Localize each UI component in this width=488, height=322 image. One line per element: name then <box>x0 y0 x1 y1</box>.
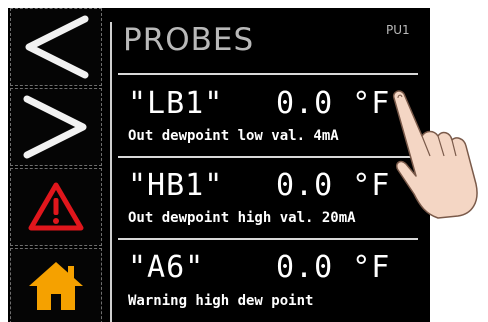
unit-id-label: PU1 <box>386 23 410 37</box>
chevron-left-icon <box>25 15 89 79</box>
hmi-screen: PROBES PU1 "LB1" 0.0 °F Out dewpoint low… <box>8 8 430 322</box>
divider <box>118 73 418 75</box>
next-button[interactable] <box>10 88 102 166</box>
divider <box>118 156 418 158</box>
probe-description: Out dewpoint low val. 4mA <box>128 128 339 144</box>
probe-name: "HB1" <box>128 168 224 203</box>
pointing-hand-icon <box>392 90 478 219</box>
probe-value: 0.0 °F <box>276 86 391 121</box>
warning-icon <box>28 182 84 231</box>
vertical-divider <box>110 22 112 322</box>
divider <box>118 238 418 240</box>
page-title: PROBES <box>123 22 255 58</box>
probe-value: 0.0 °F <box>276 250 391 285</box>
chevron-right-icon <box>23 95 87 159</box>
probe-description: Warning high dew point <box>128 293 314 309</box>
probe-description: Out dewpoint high val. 20mA <box>128 210 356 226</box>
home-icon <box>29 262 83 310</box>
previous-button[interactable] <box>10 8 102 86</box>
probe-name: "LB1" <box>128 86 224 121</box>
alarms-button[interactable] <box>10 168 102 246</box>
probe-name: "A6" <box>128 250 205 285</box>
probe-value: 0.0 °F <box>276 168 391 203</box>
home-button[interactable] <box>10 248 102 322</box>
